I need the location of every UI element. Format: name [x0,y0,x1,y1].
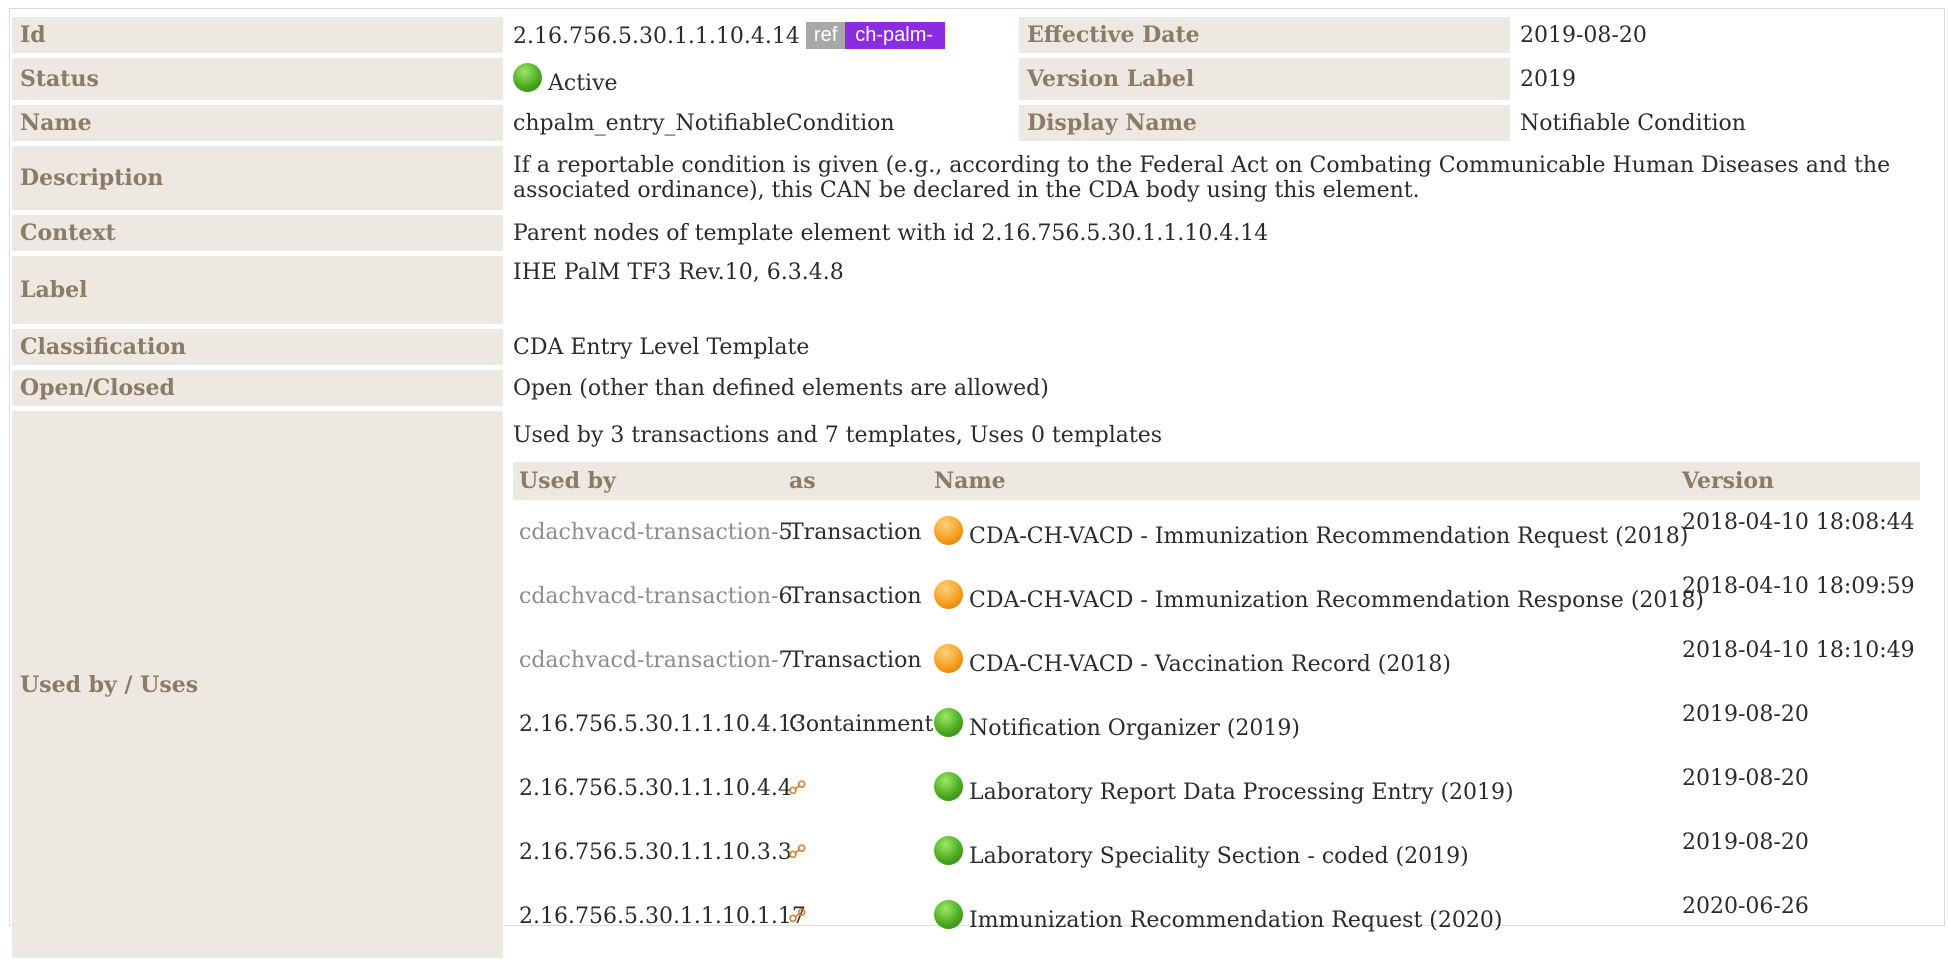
table-row[interactable]: 2.16.756.5.30.1.1.10.1.17 ⚯ Immunization R… [513,884,1920,948]
name-label: Name [12,105,503,141]
display-name-value: Notifiable Condition [1520,110,1746,136]
status-draft-icon [934,579,963,609]
transaction-prefix: cdachvacd-transaction- [519,583,779,609]
used-by-id[interactable]: 2.16.756.5.30.1.1.10.4.4 [519,776,792,801]
template-name[interactable]: Laboratory Report Data Processing Entry … [969,780,1514,805]
version-label-value: 2019 [1520,66,1576,92]
description-value: If a reportable condition is given (e.g.… [513,153,1891,203]
version-cell: 2019-08-20 [1682,830,1809,855]
as-value: Transaction [789,583,922,609]
used-by-cell[interactable]: cdachvacd-transaction-6 [513,564,793,628]
template-name[interactable]: Laboratory Speciality Section - coded (2… [969,844,1469,869]
id-value-cell: 2.16.756.5.30.1.1.10.4.14 ref ch-palm- [503,17,1009,53]
description-label: Description [12,146,503,210]
used-by-label: Used by / Uses [12,411,503,958]
classification-value: CDA Entry Level Template [513,334,810,360]
transaction-prefix: cdachvacd-transaction- [519,519,779,545]
template-name[interactable]: CDA-CH-VACD - Vaccination Record (2018) [969,652,1451,677]
used-by-cell[interactable]: cdachvacd-transaction-7 [513,628,793,692]
status-active-icon [513,62,542,92]
name-value: chpalm_entry_NotifiableCondition [513,110,895,136]
template-name[interactable]: CDA-CH-VACD - Immunization Recommendatio… [969,524,1688,549]
version-cell: 2020-06-26 [1682,894,1809,919]
effective-date-value: 2019-08-20 [1520,22,1647,48]
table-row[interactable]: cdachvacd-transaction-5 Transaction CDA-CH… [513,500,1920,564]
status-active-icon [934,835,963,865]
status-draft-icon [934,515,963,545]
table-row[interactable]: cdachvacd-transaction-7 Transaction CDA-CH… [513,628,1920,692]
status-draft-icon [934,643,963,673]
name-cell[interactable]: CDA-CH-VACD - Immunization Recommendatio… [928,564,1704,628]
name-cell[interactable]: CDA-CH-VACD - Vaccination Record (2018) [928,628,1676,692]
template-properties-table: Id 2.16.756.5.30.1.1.10.4.14 ref ch-palm- … [12,12,1938,963]
id-value: 2.16.756.5.30.1.1.10.4.14 [513,23,800,49]
as-cell: Transaction [783,500,928,564]
as-value: Transaction [789,519,922,545]
used-by-id[interactable]: 2.16.756.5.30.1.1.10.1.17 [519,904,806,929]
usage-header-row: Used by as Name Version [513,462,1920,500]
id-label: Id [12,17,503,53]
display-name-label: Display Name [1019,105,1510,141]
column-header-used-by: Used by [513,462,783,500]
ref-badge[interactable]: ref [805,21,846,49]
used-by-cell[interactable]: 2.16.756.5.30.1.1.10.1.17 [513,884,806,948]
used-by-cell[interactable]: cdachvacd-transaction-5 [513,500,793,564]
used-by-cell: Used by 3 transactions and 7 templates, … [503,411,1938,958]
context-value: Parent nodes of template element with id… [513,220,1269,246]
table-row[interactable]: 2.16.756.5.30.1.1.10.4.13 Containment Noti… [513,692,1920,756]
name-cell[interactable]: Immunization Recommendation Request (202… [928,884,1676,948]
version-cell: 2019-08-20 [1682,766,1809,791]
column-header-version: Version [1676,462,1920,500]
classification-label: Classification [12,329,503,365]
as-value: Containment [789,711,934,737]
usage-table: Used by as Name Version cdachvacd-transa… [513,462,1920,948]
version-cell: 2019-08-20 [1682,702,1809,727]
label-value: IHE PalM TF3 Rev.10, 6.3.4.8 [513,260,844,285]
column-header-name: Name [928,462,1676,500]
as-cell: ⚯ [783,820,928,884]
as-value: Transaction [789,647,922,673]
transaction-prefix: cdachvacd-transaction- [519,647,779,673]
column-header-as: as [783,462,928,500]
status-label: Status [12,58,503,100]
name-cell[interactable]: Laboratory Report Data Processing Entry … [928,756,1676,820]
as-cell: Transaction [783,564,928,628]
status-value-cell: Active [503,58,1009,100]
status-value: Active [548,70,618,96]
name-cell[interactable]: Laboratory Speciality Section - coded (2… [928,820,1676,884]
name-cell[interactable]: CDA-CH-VACD - Immunization Recommendatio… [928,500,1688,564]
open-closed-label: Open/Closed [12,370,503,406]
used-by-cell[interactable]: 2.16.756.5.30.1.1.10.4.13 [513,692,806,756]
context-label: Context [12,215,503,251]
name-cell[interactable]: Notification Organizer (2019) [928,692,1676,756]
version-cell: 2018-04-10 18:09:59 [1682,574,1915,599]
status-active-icon [934,771,963,801]
template-name[interactable]: CDA-CH-VACD - Immunization Recommendatio… [969,588,1704,613]
status-active-icon [934,899,963,929]
status-active-icon [934,707,963,737]
used-by-cell[interactable]: 2.16.756.5.30.1.1.10.3.3 [513,820,792,884]
open-closed-value: Open (other than defined elements are al… [513,375,1049,401]
version-cell: 2018-04-10 18:10:49 [1682,638,1915,663]
as-cell: ⚯ [783,884,928,948]
used-by-cell[interactable]: 2.16.756.5.30.1.1.10.4.4 [513,756,792,820]
prefix-badge: ch-palm- [845,21,946,49]
as-cell: Containment [783,692,933,756]
used-by-id[interactable]: 2.16.756.5.30.1.1.10.4.13 [519,712,806,737]
used-by-id[interactable]: 2.16.756.5.30.1.1.10.3.3 [519,840,792,865]
template-name[interactable]: Notification Organizer (2019) [969,716,1300,741]
as-cell: Transaction [783,628,928,692]
table-row[interactable]: 2.16.756.5.30.1.1.10.3.3 ⚯ Laboratory Spec… [513,820,1920,884]
version-label-label: Version Label [1019,58,1510,100]
table-row[interactable]: cdachvacd-transaction-6 Transaction CDA-CH… [513,564,1920,628]
label-label: Label [12,256,503,324]
effective-date-label: Effective Date [1019,17,1510,53]
table-row[interactable]: 2.16.756.5.30.1.1.10.4.4 ⚯ Laboratory Repo… [513,756,1920,820]
usage-summary: Used by 3 transactions and 7 templates, … [513,423,1163,448]
as-cell: ⚯ [783,756,928,820]
version-cell: 2018-04-10 18:08:44 [1682,510,1915,535]
